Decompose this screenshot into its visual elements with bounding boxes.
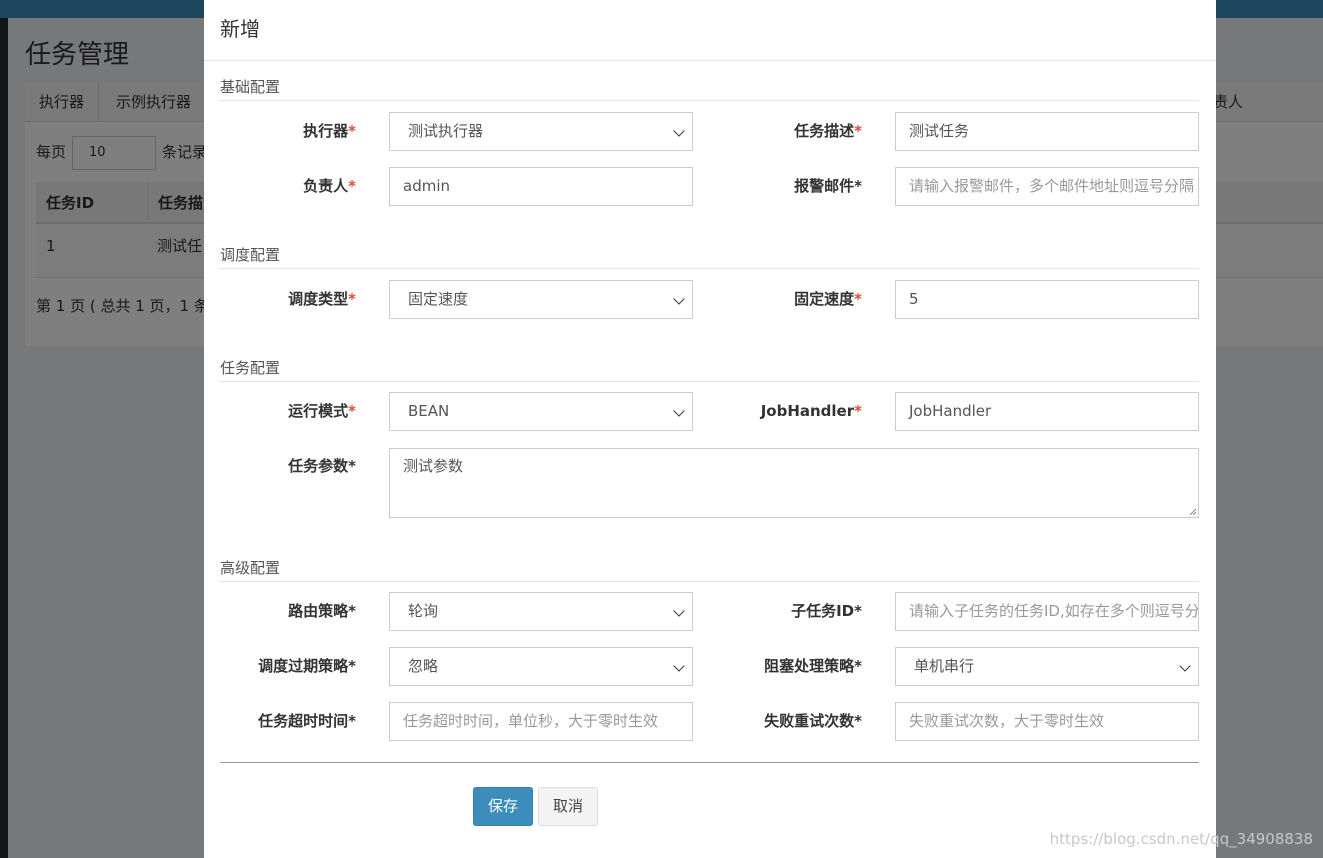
block-strategy-value: 单机串行 bbox=[914, 657, 975, 675]
executor-select[interactable]: 测试执行器 bbox=[389, 112, 693, 151]
section-schedule: 调度配置 bbox=[220, 244, 1199, 269]
watermark: https://blog.csdn.net/qq_34908838 bbox=[1049, 830, 1313, 848]
task-param-value: 测试参数 bbox=[403, 457, 464, 475]
chevron-down-icon bbox=[673, 125, 685, 137]
chevron-down-icon bbox=[673, 293, 685, 305]
run-mode-label: 运行模式* bbox=[288, 402, 356, 420]
child-job-id-input[interactable]: 请输入子任务的任务ID,如存在多个则逗号分隔 bbox=[895, 592, 1199, 631]
task-desc-label: 任务描述* bbox=[794, 122, 862, 140]
chevron-down-icon bbox=[673, 660, 685, 672]
route-strategy-label: 路由策略* bbox=[288, 602, 356, 620]
run-mode-select[interactable]: BEAN bbox=[389, 392, 693, 431]
timeout-input[interactable]: 任务超时时间，单位秒，大于零时生效 bbox=[389, 702, 693, 741]
block-strategy-select[interactable]: 单机串行 bbox=[895, 647, 1199, 686]
chevron-down-icon bbox=[1179, 660, 1191, 672]
alarm-email-input[interactable]: 请输入报警邮件，多个邮件地址则逗号分隔 bbox=[895, 167, 1199, 206]
owner-input[interactable]: admin bbox=[389, 167, 693, 206]
child-job-id-label: 子任务ID* bbox=[791, 602, 862, 620]
save-button[interactable]: 保存 bbox=[473, 787, 534, 826]
executor-label: 执行器* bbox=[303, 122, 356, 140]
timeout-label: 任务超时时间* bbox=[258, 712, 356, 730]
route-strategy-select[interactable]: 轮询 bbox=[389, 592, 693, 631]
cancel-button[interactable]: 取消 bbox=[538, 787, 599, 826]
form-divider bbox=[220, 762, 1199, 763]
fail-retry-label: 失败重试次数* bbox=[764, 712, 862, 730]
schedule-type-label: 调度类型* bbox=[288, 290, 356, 308]
chevron-down-icon bbox=[673, 605, 685, 617]
modal-title: 新增 bbox=[220, 17, 260, 41]
job-handler-label: JobHandler* bbox=[760, 402, 862, 420]
run-mode-value: BEAN bbox=[408, 402, 450, 420]
section-advanced: 高级配置 bbox=[220, 557, 1199, 582]
fix-rate-input[interactable]: 5 bbox=[895, 280, 1199, 319]
misfire-strategy-value: 忽略 bbox=[408, 657, 439, 675]
section-basic: 基础配置 bbox=[220, 76, 1199, 101]
resize-handle-icon[interactable] bbox=[1188, 507, 1196, 515]
route-strategy-value: 轮询 bbox=[408, 602, 439, 620]
alarm-email-label: 报警邮件* bbox=[794, 177, 862, 195]
chevron-down-icon bbox=[673, 405, 685, 417]
task-param-label: 任务参数* bbox=[288, 457, 356, 475]
misfire-strategy-label: 调度过期策略* bbox=[258, 657, 356, 675]
schedule-type-value: 固定速度 bbox=[408, 290, 469, 308]
task-desc-input[interactable]: 测试任务 bbox=[895, 112, 1199, 151]
misfire-strategy-select[interactable]: 忽略 bbox=[389, 647, 693, 686]
fail-retry-input[interactable]: 失败重试次数，大于零时生效 bbox=[895, 702, 1199, 741]
schedule-type-select[interactable]: 固定速度 bbox=[389, 280, 693, 319]
block-strategy-label: 阻塞处理策略* bbox=[764, 657, 862, 675]
add-task-modal: 新增 基础配置 执行器* 测试执行器 任务描述* 测试任务 负责人* admin… bbox=[204, 0, 1216, 858]
fix-rate-label: 固定速度* bbox=[794, 290, 862, 308]
executor-value: 测试执行器 bbox=[408, 122, 484, 140]
modal-header: 新增 bbox=[204, 0, 1216, 61]
job-handler-input[interactable]: JobHandler bbox=[895, 392, 1199, 431]
owner-label: 负责人* bbox=[303, 177, 356, 195]
task-param-textarea[interactable]: 测试参数 bbox=[389, 448, 1199, 518]
section-task: 任务配置 bbox=[220, 357, 1199, 382]
